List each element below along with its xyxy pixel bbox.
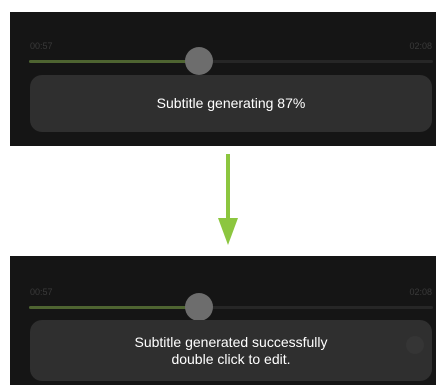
total-time: 02:08 (409, 41, 432, 51)
progress-thumb[interactable] (184, 293, 213, 321)
subtitle-status-toast[interactable]: Subtitle generated successfully double c… (30, 320, 432, 381)
progress-track[interactable] (29, 293, 433, 321)
current-time: 00:57 (30, 41, 53, 51)
current-time: 00:57 (30, 287, 53, 297)
player-panel-generating: 00:57 02:08 Subtitle generating 87% (10, 12, 436, 146)
progress-played (29, 60, 199, 63)
player-panel-generated: 00:57 02:08 Subtitle generated successfu… (10, 256, 436, 385)
total-time: 02:08 (409, 287, 432, 297)
progress-track[interactable] (29, 47, 433, 75)
toast-message: Subtitle generating 87% (156, 95, 306, 111)
toast-message-line1: Subtitle generated successfully (134, 333, 328, 350)
progress-thumb[interactable] (184, 47, 213, 75)
subtitle-status-toast: Subtitle generating 87% (30, 75, 432, 132)
progress-played (29, 306, 199, 309)
toast-message-line2: double click to edit. (171, 350, 291, 367)
arrow-down-icon (218, 154, 238, 245)
background-control-icon (406, 336, 424, 354)
